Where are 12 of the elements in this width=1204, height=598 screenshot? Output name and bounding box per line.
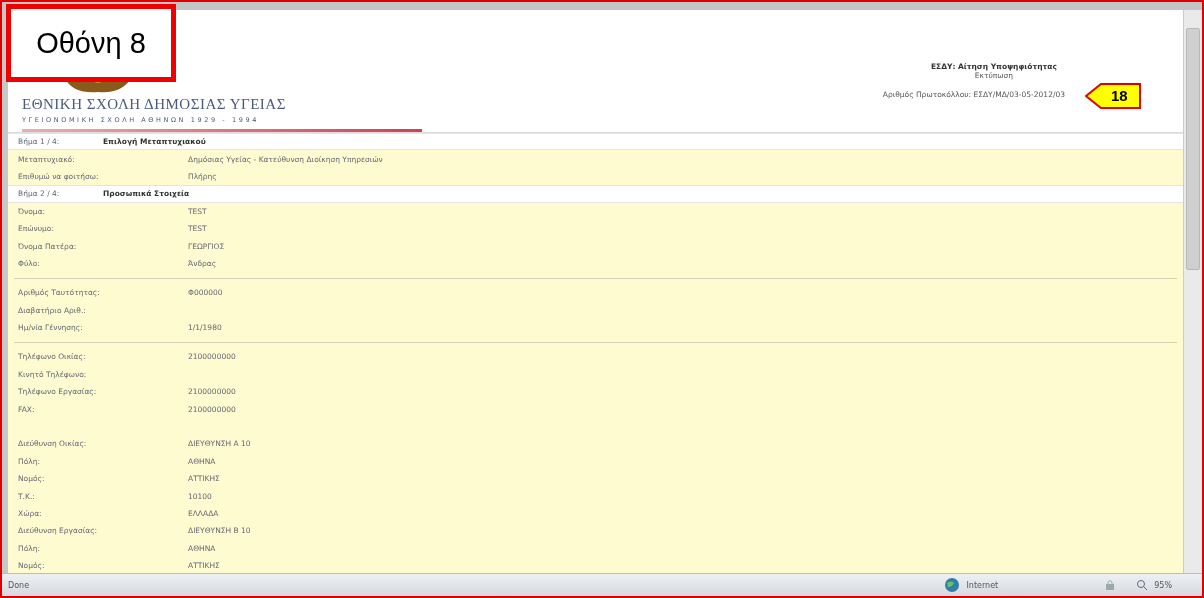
callout-arrow [1085,83,1141,109]
school-name: ΕΘΝΙΚΗ ΣΧΟΛΗ ΔΗΜΟΣΙΑΣ ΥΓΕΙΑΣ [22,96,287,113]
lock-icon [1104,579,1117,591]
zone-text: Internet [966,580,999,590]
globe-icon [944,577,961,593]
magnifier-icon [1136,579,1149,591]
screen-label: Οθόνη 8 [6,4,176,82]
status-text: Done [8,580,30,590]
zoom-level[interactable]: 95% [1154,580,1172,590]
scrollbar[interactable] [1183,10,1202,573]
scroll-thumb[interactable] [1186,28,1200,270]
callout-number: 18 [1111,87,1128,104]
